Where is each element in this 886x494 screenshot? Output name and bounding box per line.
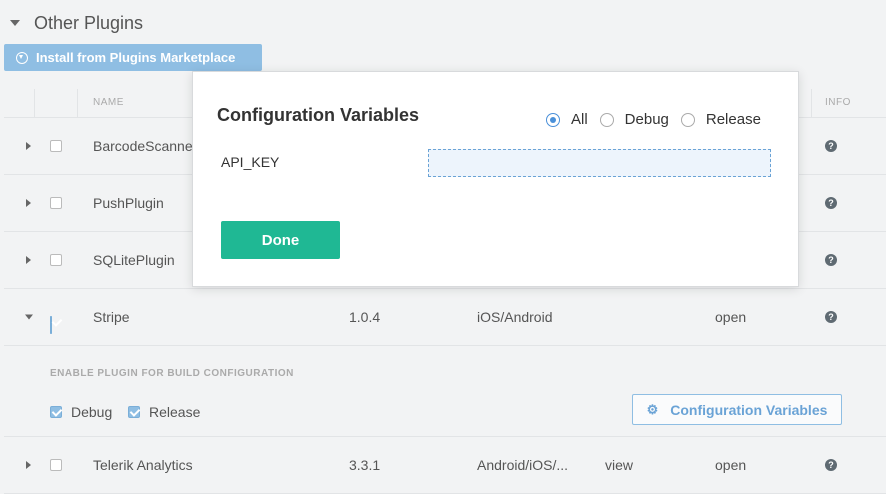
help-icon[interactable]: ? <box>825 140 837 152</box>
install-plugin-button[interactable]: Install from Plugins Marketplace <box>4 44 262 71</box>
radio-debug[interactable] <box>599 112 614 127</box>
plugin-version: 1.0.4 <box>349 309 381 325</box>
plugin-license[interactable]: open <box>715 309 746 325</box>
column-divider <box>34 89 35 117</box>
expand-icon[interactable] <box>26 256 31 264</box>
configuration-variables-dialog: Configuration Variables All Debug Releas… <box>192 71 799 287</box>
release-checkbox[interactable] <box>128 406 140 418</box>
help-icon[interactable]: ? <box>825 459 837 471</box>
table-row[interactable]: Telerik Analytics 3.3.1 Android/iOS/... … <box>4 437 886 494</box>
expand-icon[interactable] <box>26 142 31 150</box>
download-icon <box>16 51 28 64</box>
plugin-name: PushPlugin <box>93 195 164 211</box>
expand-icon[interactable] <box>26 461 31 469</box>
plugin-name: Telerik Analytics <box>93 457 193 473</box>
help-icon[interactable]: ? <box>825 197 837 209</box>
column-divider <box>77 89 78 117</box>
debug-option[interactable]: Debug <box>50 404 112 420</box>
table-row[interactable]: Stripe 1.0.4 iOS/Android open ? <box>4 289 886 346</box>
release-label: Release <box>149 404 201 420</box>
help-icon[interactable]: ? <box>825 254 837 266</box>
section-title: Other Plugins <box>34 12 144 33</box>
radio-release[interactable] <box>680 112 695 127</box>
plugin-build-config-panel: ENABLE PLUGIN FOR BUILD CONFIGURATION De… <box>4 346 886 437</box>
column-divider <box>811 89 812 117</box>
release-option[interactable]: Release <box>128 404 200 420</box>
plugin-checkbox[interactable] <box>50 459 62 471</box>
column-header-name[interactable]: NAME <box>93 97 124 108</box>
plugin-platforms: iOS/Android <box>477 309 553 325</box>
done-button[interactable]: Done <box>221 221 340 259</box>
api-key-input[interactable] <box>428 149 771 177</box>
configuration-variables-label: Configuration Variables <box>670 401 828 418</box>
radio-release-label[interactable]: Release <box>706 111 761 128</box>
plugin-checkbox[interactable] <box>50 197 62 209</box>
expand-icon[interactable] <box>26 199 31 207</box>
plugin-checkbox[interactable] <box>50 254 62 266</box>
debug-label: Debug <box>71 404 113 420</box>
plugin-docs-link[interactable]: view <box>605 457 633 473</box>
collapse-icon[interactable] <box>25 314 33 320</box>
install-button-label: Install from Plugins Marketplace <box>36 50 236 65</box>
plugin-version: 3.3.1 <box>349 457 381 473</box>
radio-all-label[interactable]: All <box>571 111 588 128</box>
caret-down-icon <box>10 20 20 26</box>
plugin-name: Stripe <box>93 309 130 325</box>
plugin-license[interactable]: open <box>715 457 746 473</box>
gear-icon: ⚙ <box>646 401 659 417</box>
dialog-title: Configuration Variables <box>217 105 420 125</box>
configuration-variables-button[interactable]: ⚙ Configuration Variables <box>632 394 842 425</box>
debug-checkbox[interactable] <box>50 406 62 418</box>
plugin-name: SQLitePlugin <box>93 252 175 268</box>
help-icon[interactable]: ? <box>825 311 837 323</box>
api-key-label: API_KEY <box>221 154 280 170</box>
section-header[interactable]: Other Plugins <box>10 10 143 36</box>
plugin-name: BarcodeScanner <box>93 138 198 154</box>
plugin-checkbox[interactable] <box>50 316 52 334</box>
radio-debug-label[interactable]: Debug <box>625 111 669 128</box>
plugin-checkbox[interactable] <box>50 140 62 152</box>
radio-all[interactable] <box>546 112 560 127</box>
plugin-platforms: Android/iOS/... <box>477 457 569 473</box>
enable-plugin-label: ENABLE PLUGIN FOR BUILD CONFIGURATION <box>50 368 294 379</box>
build-configuration-radio-group: All Debug Release <box>546 111 773 128</box>
column-header-info: INFO <box>825 97 851 108</box>
